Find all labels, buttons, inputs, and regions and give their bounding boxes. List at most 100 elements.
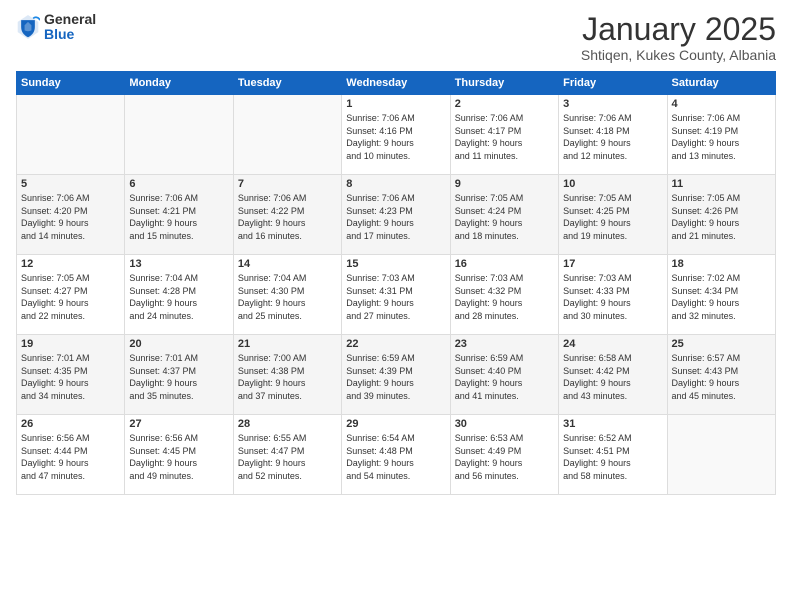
day-number: 19 — [21, 338, 120, 350]
month-title: January 2025 — [581, 12, 776, 47]
day-info: Sunrise: 7:06 AMSunset: 4:16 PMDaylight:… — [346, 112, 445, 162]
table-row: 8 Sunrise: 7:06 AMSunset: 4:23 PMDaylight… — [342, 175, 450, 255]
day-info: Sunrise: 7:06 AMSunset: 4:21 PMDaylight:… — [129, 192, 228, 242]
day-number: 31 — [563, 418, 662, 430]
table-row: 5Sunrise: 7:06 AMSunset: 4:20 PMDaylight… — [17, 175, 125, 255]
table-row: 23 Sunrise: 6:59 AMSunset: 4:40 PMDayligh… — [450, 335, 558, 415]
table-row: 21 Sunrise: 7:00 AMSunset: 4:38 PMDayligh… — [233, 335, 341, 415]
day-info: Sunrise: 6:53 AMSunset: 4:49 PMDaylight:… — [455, 432, 554, 482]
day-number: 5 — [21, 178, 120, 190]
day-number: 27 — [129, 418, 228, 430]
table-row: 29 Sunrise: 6:54 AMSunset: 4:48 PMDayligh… — [342, 415, 450, 495]
header-tuesday: Tuesday — [233, 72, 341, 95]
day-info: Sunrise: 7:03 AMSunset: 4:32 PMDaylight:… — [455, 272, 554, 322]
table-row: 31 Sunrise: 6:52 AMSunset: 4:51 PMDayligh… — [559, 415, 667, 495]
day-info: Sunrise: 6:59 AMSunset: 4:39 PMDaylight:… — [346, 352, 445, 402]
page: General Blue January 2025 Shtiqen, Kukes… — [0, 0, 792, 612]
location-subtitle: Shtiqen, Kukes County, Albania — [581, 47, 776, 63]
header-wednesday: Wednesday — [342, 72, 450, 95]
day-info: Sunrise: 7:05 AMSunset: 4:27 PMDaylight:… — [21, 272, 120, 322]
day-info: Sunrise: 6:52 AMSunset: 4:51 PMDaylight:… — [563, 432, 662, 482]
day-info: Sunrise: 6:57 AMSunset: 4:43 PMDaylight:… — [672, 352, 771, 402]
day-number: 6 — [129, 178, 228, 190]
day-number: 20 — [129, 338, 228, 350]
header: General Blue January 2025 Shtiqen, Kukes… — [16, 12, 776, 63]
day-info: Sunrise: 7:05 AMSunset: 4:24 PMDaylight:… — [455, 192, 554, 242]
day-info: Sunrise: 6:54 AMSunset: 4:48 PMDaylight:… — [346, 432, 445, 482]
day-info: Sunrise: 7:01 AMSunset: 4:35 PMDaylight:… — [21, 352, 120, 402]
day-number: 14 — [238, 258, 337, 270]
day-number: 23 — [455, 338, 554, 350]
day-number: 29 — [346, 418, 445, 430]
logo-blue-text: Blue — [44, 27, 96, 42]
calendar-header-row: Sunday Monday Tuesday Wednesday Thursday… — [17, 72, 776, 95]
day-number: 15 — [346, 258, 445, 270]
header-saturday: Saturday — [667, 72, 775, 95]
day-number: 16 — [455, 258, 554, 270]
table-row: 6 Sunrise: 7:06 AMSunset: 4:21 PMDaylight… — [125, 175, 233, 255]
day-info: Sunrise: 7:06 AMSunset: 4:17 PMDaylight:… — [455, 112, 554, 162]
day-info: Sunrise: 6:59 AMSunset: 4:40 PMDaylight:… — [455, 352, 554, 402]
calendar-week-row: 26 Sunrise: 6:56 AMSunset: 4:44 PMDayligh… — [17, 415, 776, 495]
table-row — [125, 95, 233, 175]
day-number: 24 — [563, 338, 662, 350]
table-row: 26 Sunrise: 6:56 AMSunset: 4:44 PMDayligh… — [17, 415, 125, 495]
table-row: 19 Sunrise: 7:01 AMSunset: 4:35 PMDayligh… — [17, 335, 125, 415]
table-row: 16 Sunrise: 7:03 AMSunset: 4:32 PMDayligh… — [450, 255, 558, 335]
day-number: 30 — [455, 418, 554, 430]
table-row: 18 Sunrise: 7:02 AMSunset: 4:34 PMDayligh… — [667, 255, 775, 335]
header-sunday: Sunday — [17, 72, 125, 95]
day-number: 26 — [21, 418, 120, 430]
table-row — [667, 415, 775, 495]
table-row — [17, 95, 125, 175]
table-row: 20 Sunrise: 7:01 AMSunset: 4:37 PMDayligh… — [125, 335, 233, 415]
day-info: Sunrise: 7:06 AMSunset: 4:23 PMDaylight:… — [346, 192, 445, 242]
day-number: 21 — [238, 338, 337, 350]
day-info: Sunrise: 7:06 AMSunset: 4:22 PMDaylight:… — [238, 192, 337, 242]
calendar-week-row: 12Sunrise: 7:05 AMSunset: 4:27 PMDayligh… — [17, 255, 776, 335]
table-row: 30 Sunrise: 6:53 AMSunset: 4:49 PMDayligh… — [450, 415, 558, 495]
calendar-week-row: 1Sunrise: 7:06 AMSunset: 4:16 PMDaylight… — [17, 95, 776, 175]
day-number: 13 — [129, 258, 228, 270]
header-thursday: Thursday — [450, 72, 558, 95]
table-row: 4Sunrise: 7:06 AMSunset: 4:19 PMDaylight… — [667, 95, 775, 175]
table-row: 27 Sunrise: 6:56 AMSunset: 4:45 PMDayligh… — [125, 415, 233, 495]
day-info: Sunrise: 7:05 AMSunset: 4:26 PMDaylight:… — [672, 192, 771, 242]
day-number: 7 — [238, 178, 337, 190]
logo-general-text: General — [44, 12, 96, 27]
calendar-week-row: 19 Sunrise: 7:01 AMSunset: 4:35 PMDayligh… — [17, 335, 776, 415]
table-row — [233, 95, 341, 175]
day-number: 28 — [238, 418, 337, 430]
header-friday: Friday — [559, 72, 667, 95]
day-number: 18 — [672, 258, 771, 270]
day-info: Sunrise: 7:02 AMSunset: 4:34 PMDaylight:… — [672, 272, 771, 322]
day-info: Sunrise: 7:03 AMSunset: 4:33 PMDaylight:… — [563, 272, 662, 322]
day-number: 25 — [672, 338, 771, 350]
table-row: 2 Sunrise: 7:06 AMSunset: 4:17 PMDaylight… — [450, 95, 558, 175]
day-info: Sunrise: 6:56 AMSunset: 4:44 PMDaylight:… — [21, 432, 120, 482]
calendar-week-row: 5Sunrise: 7:06 AMSunset: 4:20 PMDaylight… — [17, 175, 776, 255]
table-row: 17Sunrise: 7:03 AMSunset: 4:33 PMDayligh… — [559, 255, 667, 335]
table-row: 15Sunrise: 7:03 AMSunset: 4:31 PMDayligh… — [342, 255, 450, 335]
day-info: Sunrise: 7:01 AMSunset: 4:37 PMDaylight:… — [129, 352, 228, 402]
day-number: 9 — [455, 178, 554, 190]
day-number: 8 — [346, 178, 445, 190]
day-info: Sunrise: 7:00 AMSunset: 4:38 PMDaylight:… — [238, 352, 337, 402]
table-row: 7 Sunrise: 7:06 AMSunset: 4:22 PMDaylight… — [233, 175, 341, 255]
logo-icon — [16, 13, 40, 41]
table-row: 12Sunrise: 7:05 AMSunset: 4:27 PMDayligh… — [17, 255, 125, 335]
table-row: 14 Sunrise: 7:04 AMSunset: 4:30 PMDayligh… — [233, 255, 341, 335]
day-info: Sunrise: 7:05 AMSunset: 4:25 PMDaylight:… — [563, 192, 662, 242]
day-info: Sunrise: 6:56 AMSunset: 4:45 PMDaylight:… — [129, 432, 228, 482]
day-info: Sunrise: 7:06 AMSunset: 4:18 PMDaylight:… — [563, 112, 662, 162]
day-info: Sunrise: 7:04 AMSunset: 4:30 PMDaylight:… — [238, 272, 337, 322]
table-row: 28Sunrise: 6:55 AMSunset: 4:47 PMDayligh… — [233, 415, 341, 495]
day-info: Sunrise: 7:04 AMSunset: 4:28 PMDaylight:… — [129, 272, 228, 322]
day-number: 3 — [563, 98, 662, 110]
table-row: 25 Sunrise: 6:57 AMSunset: 4:43 PMDayligh… — [667, 335, 775, 415]
table-row: 9 Sunrise: 7:05 AMSunset: 4:24 PMDaylight… — [450, 175, 558, 255]
table-row: 24Sunrise: 6:58 AMSunset: 4:42 PMDayligh… — [559, 335, 667, 415]
day-number: 2 — [455, 98, 554, 110]
logo-text: General Blue — [44, 12, 96, 43]
table-row: 22Sunrise: 6:59 AMSunset: 4:39 PMDayligh… — [342, 335, 450, 415]
